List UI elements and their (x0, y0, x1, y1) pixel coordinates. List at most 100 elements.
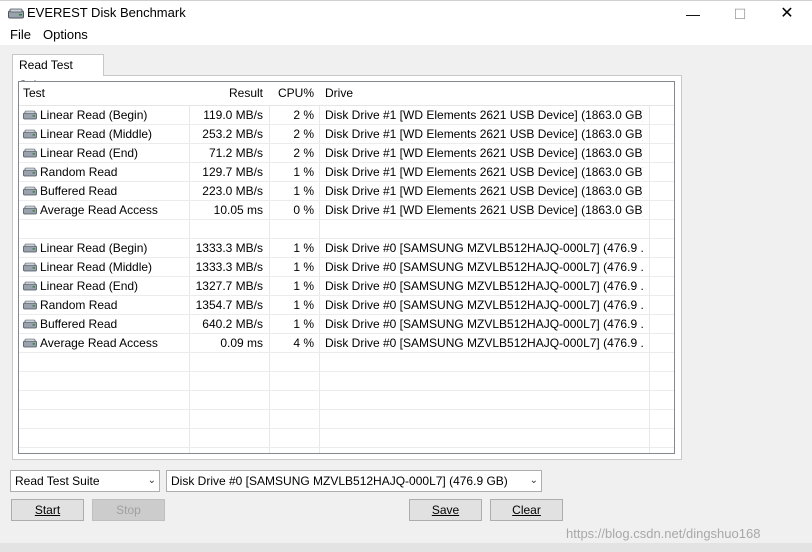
disk-drive-icon (23, 240, 37, 253)
header-test[interactable]: Test (23, 82, 188, 105)
table-row[interactable]: Linear Read (End) 71.2 MB/s 2 % Disk Drive … (19, 144, 674, 163)
cell-result: 640.2 MB/s (202, 317, 263, 331)
cell-cpu: 1 % (293, 165, 314, 179)
cell-result: 1333.3 MB/s (195, 260, 263, 274)
tab-read-test-suite[interactable]: Read Test Suite (12, 54, 104, 92)
save-button[interactable]: Save (409, 499, 482, 521)
menu-options[interactable]: Options (43, 27, 88, 42)
cell-test: Buffered Read (23, 315, 188, 333)
table-row[interactable]: Linear Read (Begin) 119.0 MB/s 2 % Disk Dri… (19, 106, 674, 125)
suite-select-value: Read Test Suite (15, 474, 100, 488)
cell-drive: Disk Drive #0 [SAMSUNG MZVLB512HAJQ-000L… (325, 317, 643, 331)
window-title: EVEREST Disk Benchmark (27, 5, 186, 20)
test-name: Linear Read (Begin) (40, 108, 148, 122)
empty-row (19, 220, 674, 239)
empty-row (19, 372, 674, 391)
cell-cpu: 1 % (293, 298, 314, 312)
cell-drive: Disk Drive #1 [WD Elements 2621 USB Devi… (325, 108, 643, 122)
start-button-label: Start (34, 503, 61, 517)
test-name: Linear Read (End) (40, 146, 139, 160)
cell-test: Average Read Access (23, 201, 188, 219)
test-name: Buffered Read (40, 317, 118, 331)
cell-cpu: 1 % (293, 241, 314, 255)
table-row[interactable]: Buffered Read 223.0 MB/s 1 % Disk Drive #1 … (19, 182, 674, 201)
results-table[interactable]: Test Result CPU% Drive Linear Read (Begi… (18, 81, 675, 454)
header-result[interactable]: Result (189, 82, 263, 105)
cell-cpu: 2 % (293, 146, 314, 160)
cell-test: Linear Read (Begin) (23, 106, 188, 124)
cell-test: Linear Read (End) (23, 144, 188, 162)
cell-drive: Disk Drive #0 [SAMSUNG MZVLB512HAJQ-000L… (325, 279, 643, 293)
drive-select-value: Disk Drive #0 [SAMSUNG MZVLB512HAJQ-000L… (171, 474, 508, 488)
table-row[interactable]: Linear Read (End) 1327.7 MB/s 1 % Disk Driv… (19, 277, 674, 296)
test-name: Linear Read (Middle) (40, 260, 153, 274)
cell-cpu: 1 % (293, 317, 314, 331)
maximize-button[interactable]: ☐ (717, 1, 763, 27)
cell-result: 223.0 MB/s (202, 184, 263, 198)
stop-button-label: Stop (116, 503, 141, 517)
disk-drive-icon (23, 107, 37, 120)
cell-drive: Disk Drive #1 [WD Elements 2621 USB Devi… (325, 165, 643, 179)
cell-test: Linear Read (Middle) (23, 125, 188, 143)
save-button-label: Save (431, 503, 460, 517)
clear-button[interactable]: Clear (490, 499, 563, 521)
clear-button-label: Clear (512, 503, 541, 517)
disk-drive-icon (23, 316, 37, 329)
cell-drive: Disk Drive #0 [SAMSUNG MZVLB512HAJQ-000L… (325, 298, 643, 312)
cell-result: 129.7 MB/s (202, 165, 263, 179)
minimize-button[interactable]: — (670, 1, 716, 27)
empty-row (19, 391, 674, 410)
table-row[interactable]: Random Read 1354.7 MB/s 1 % Disk Drive #0 [… (19, 296, 674, 315)
watermark: https://blog.csdn.net/dingshuo168 (566, 526, 761, 541)
empty-row (19, 429, 674, 448)
chevron-down-icon[interactable]: ⌄ (148, 471, 156, 491)
cell-result: 1354.7 MB/s (195, 298, 263, 312)
cell-drive: Disk Drive #0 [SAMSUNG MZVLB512HAJQ-000L… (325, 336, 643, 350)
table-row[interactable]: Linear Read (Middle) 1333.3 MB/s 1 % Disk D… (19, 258, 674, 277)
cell-cpu: 4 % (293, 336, 314, 350)
test-name: Linear Read (Begin) (40, 241, 148, 255)
header-drive[interactable]: Drive (325, 82, 643, 105)
cell-test: Linear Read (Middle) (23, 258, 188, 276)
test-name: Average Read Access (40, 203, 158, 217)
menu-file[interactable]: File (10, 27, 31, 42)
menu-bar: File Options (0, 26, 812, 45)
cell-cpu: 1 % (293, 260, 314, 274)
cell-cpu: 0 % (293, 203, 314, 217)
cell-result: 253.2 MB/s (202, 127, 263, 141)
table-row[interactable]: Random Read 129.7 MB/s 1 % Disk Drive #1 [W… (19, 163, 674, 182)
title-bar: EVEREST Disk Benchmark — ☐ ✕ (0, 0, 812, 27)
stop-button[interactable]: Stop (92, 499, 165, 521)
cell-result: 71.2 MB/s (208, 146, 263, 160)
cell-drive: Disk Drive #1 [WD Elements 2621 USB Devi… (325, 146, 643, 160)
cell-result: 10.05 ms (213, 203, 263, 217)
empty-row (19, 353, 674, 372)
table-row[interactable]: Linear Read (Middle) 253.2 MB/s 2 % Disk Dr… (19, 125, 674, 144)
disk-drive-icon (23, 126, 37, 139)
start-button[interactable]: Start (11, 499, 84, 521)
table-row[interactable]: Average Read Access 0.09 ms 4 % Disk Drive … (19, 334, 674, 353)
table-header: Test Result CPU% Drive (19, 82, 674, 106)
bottom-strip (0, 543, 812, 552)
close-button[interactable]: ✕ (764, 1, 810, 27)
test-name: Linear Read (Middle) (40, 127, 153, 141)
header-cpu[interactable]: CPU% (270, 82, 314, 105)
table-row[interactable]: Buffered Read 640.2 MB/s 1 % Disk Drive #0 … (19, 315, 674, 334)
cell-test: Random Read (23, 163, 188, 181)
cell-drive: Disk Drive #0 [SAMSUNG MZVLB512HAJQ-000L… (325, 260, 643, 274)
test-name: Average Read Access (40, 336, 158, 350)
suite-select[interactable]: Read Test Suite ⌄ (10, 470, 160, 492)
drive-select[interactable]: Disk Drive #0 [SAMSUNG MZVLB512HAJQ-000L… (166, 470, 542, 492)
table-row[interactable]: Average Read Access 10.05 ms 0 % Disk Drive… (19, 201, 674, 220)
disk-drive-icon (23, 164, 37, 177)
cell-result: 119.0 MB/s (203, 108, 263, 122)
cell-cpu: 1 % (293, 184, 314, 198)
cell-test: Random Read (23, 296, 188, 314)
cell-test: Average Read Access (23, 334, 188, 352)
cell-test: Buffered Read (23, 182, 188, 200)
chevron-down-icon[interactable]: ⌄ (530, 471, 538, 491)
test-name: Linear Read (End) (40, 279, 139, 293)
disk-drive-icon (23, 335, 37, 348)
table-row[interactable]: Linear Read (Begin) 1333.3 MB/s 1 % Disk Dr… (19, 239, 674, 258)
empty-row (19, 410, 674, 429)
